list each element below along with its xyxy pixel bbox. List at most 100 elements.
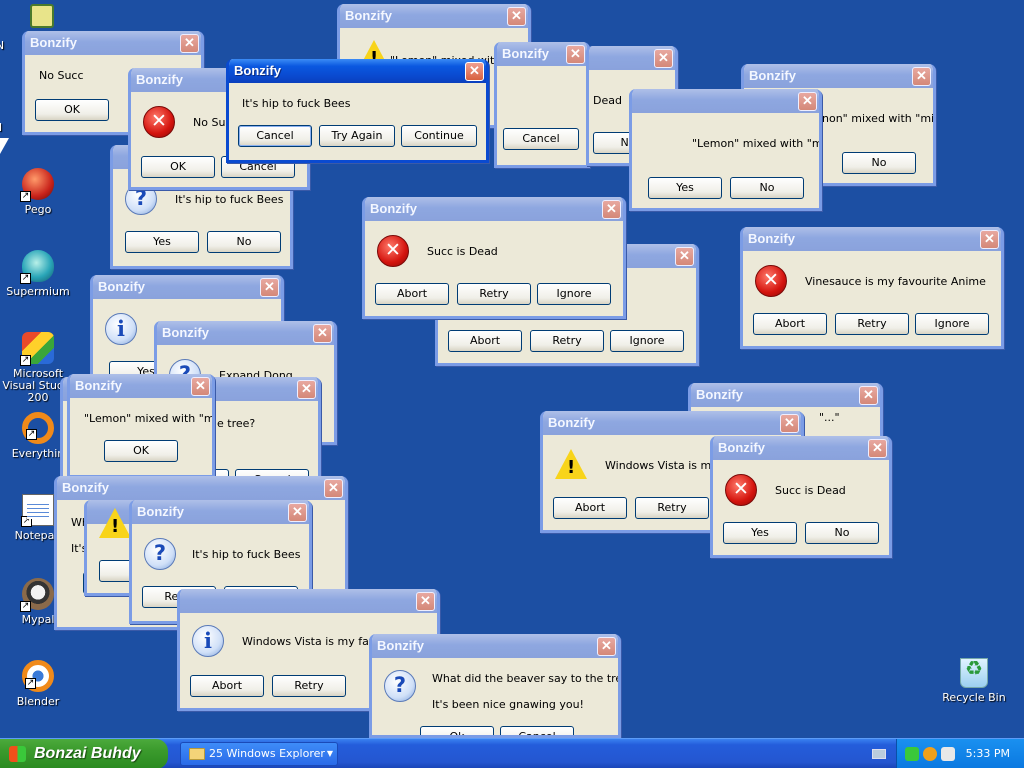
no-button[interactable]: No (207, 231, 281, 253)
dialog-titlebar[interactable]: ✕ (589, 46, 675, 70)
bonzify-dialog-active[interactable]: Bonzify ✕ It's hip to fuck Bees Cancel Tr… (226, 59, 489, 163)
abort-button[interactable]: Abort (190, 675, 264, 697)
dialog-titlebar[interactable]: Bonzify ✕ (543, 411, 801, 435)
abort-button[interactable]: Abort (375, 283, 449, 305)
bonzify-dialog[interactable]: Bonzify ✕ Succ is Dead Yes No (710, 436, 892, 558)
desktop-icon-label: Blender (16, 695, 60, 708)
no-button[interactable]: No (730, 177, 804, 199)
yes-button[interactable]: Yes (648, 177, 722, 199)
close-button[interactable]: ✕ (859, 386, 878, 405)
try-again-button[interactable]: Try Again (319, 125, 395, 147)
dialog-title: Bonzify (234, 63, 281, 78)
ok-button[interactable]: OK (104, 440, 178, 462)
ok-button[interactable]: OK (141, 156, 215, 178)
yes-button[interactable]: Yes (125, 231, 199, 253)
desktop-icon-recycle-bin[interactable]: Recycle Bin (936, 658, 1012, 704)
retry-button[interactable]: Retry (635, 497, 709, 519)
bonzify-dialog[interactable]: Bonzify ✕ Cancel (494, 42, 590, 168)
no-button[interactable]: No (805, 522, 879, 544)
start-button[interactable]: Bonzai Buhdy (0, 739, 168, 768)
ok-button[interactable]: Ok (420, 726, 494, 735)
search-icon[interactable] (923, 747, 937, 761)
dialog-titlebar[interactable]: Bonzify ✕ (57, 476, 345, 500)
warning-icon (555, 449, 587, 479)
close-button[interactable]: ✕ (868, 439, 887, 458)
dialog-titlebar[interactable]: Bonzify ✕ (691, 383, 880, 407)
dialog-message: Succ is Dead (427, 245, 498, 258)
clock[interactable]: 5:33 PM (966, 739, 1010, 768)
cancel-button[interactable]: Cancel (238, 125, 312, 147)
bonzify-dialog[interactable]: Bonzify ✕ "Lemon" mixed with "milk" OK (67, 374, 215, 478)
retry-button[interactable]: Retry (530, 330, 604, 352)
bonzify-dialog[interactable]: Bonzify ✕ Vinesauce is my favourite Anime… (740, 227, 1004, 349)
taskbar-button-windows-explorer[interactable]: 25 Windows Explorer ▼ (180, 742, 338, 766)
close-button[interactable]: ✕ (798, 92, 817, 111)
close-button[interactable]: ✕ (288, 503, 307, 522)
close-button[interactable]: ✕ (507, 7, 526, 26)
dialog-titlebar[interactable]: Bonzify ✕ (70, 374, 212, 398)
retry-button[interactable]: Retry (457, 283, 531, 305)
shortcut-arrow-icon: ↗ (25, 678, 36, 689)
dialog-titlebar[interactable]: Bonzify ✕ (132, 500, 309, 524)
close-button[interactable]: ✕ (675, 247, 694, 266)
retry-button[interactable]: Retry (272, 675, 346, 697)
close-button[interactable]: ✕ (297, 380, 316, 399)
dialog-titlebar[interactable]: Bonzify ✕ (713, 436, 889, 460)
close-button[interactable]: ✕ (566, 45, 585, 64)
network-icon[interactable] (905, 747, 919, 761)
dialog-titlebar[interactable]: Bonzify ✕ (365, 197, 623, 221)
windows-flag-icon (9, 746, 26, 762)
dialog-titlebar[interactable]: Bonzify ✕ (93, 275, 281, 299)
close-button[interactable]: ✕ (313, 324, 332, 343)
bonzify-dialog[interactable]: ✕ "Lemon" mixed with "milk" Yes No (629, 89, 822, 211)
desktop-icon-supermium[interactable]: ↗ Supermium (0, 250, 76, 298)
desktop-icon-note[interactable] (4, 4, 80, 32)
close-button[interactable]: ✕ (416, 592, 435, 611)
close-button[interactable]: ✕ (191, 377, 210, 396)
no-button[interactable]: No (842, 152, 916, 174)
dialog-titlebar[interactable]: Bonzify ✕ (744, 64, 933, 88)
dialog-titlebar[interactable]: Bonzify ✕ (497, 42, 587, 66)
close-button[interactable]: ✕ (465, 62, 484, 81)
ignore-button[interactable]: Ignore (915, 313, 989, 335)
dialog-titlebar[interactable]: ✕ (632, 89, 819, 113)
abort-button[interactable]: Abort (553, 497, 627, 519)
dialog-title: Bonzify (162, 325, 209, 340)
dialog-titlebar[interactable]: Bonzify ✕ (372, 634, 618, 658)
close-button[interactable]: ✕ (180, 34, 199, 53)
dialog-titlebar[interactable]: ✕ (180, 589, 437, 613)
bonzify-dialog[interactable]: Bonzify ✕ Succ is Dead Abort Retry Ignore (362, 197, 626, 319)
close-button[interactable]: ✕ (602, 200, 621, 219)
system-tray: 5:33 PM (896, 739, 1024, 768)
yes-button[interactable]: Yes (723, 522, 797, 544)
cancel-button[interactable]: Cancel (500, 726, 574, 735)
desktop-icon-blender[interactable]: ↗ Blender (0, 660, 76, 708)
keyboard-icon[interactable] (872, 749, 886, 759)
desktop-icon-pego[interactable]: ↗ Pego (0, 168, 76, 216)
dialog-titlebar[interactable]: Bonzify ✕ (743, 227, 1001, 251)
cancel-button[interactable]: Cancel (503, 128, 579, 150)
abort-button[interactable]: Abort (753, 313, 827, 335)
abort-button[interactable]: Abort (448, 330, 522, 352)
bonzify-dialog[interactable]: Bonzify ✕ What did the beaver say to the … (369, 634, 621, 738)
shortcut-arrow-icon: ↗ (26, 429, 37, 440)
close-button[interactable]: ✕ (260, 278, 279, 297)
close-button[interactable]: ✕ (912, 67, 931, 86)
close-button[interactable]: ✕ (324, 479, 343, 498)
close-button[interactable]: ✕ (980, 230, 999, 249)
continue-button[interactable]: Continue (401, 125, 477, 147)
dialog-titlebar[interactable]: Bonzify ✕ (25, 31, 201, 55)
error-icon (377, 235, 409, 267)
retry-button[interactable]: Retry (835, 313, 909, 335)
speaker-icon[interactable] (941, 747, 955, 761)
close-button[interactable]: ✕ (780, 414, 799, 433)
ok-button[interactable]: OK (35, 99, 109, 121)
dialog-titlebar[interactable]: Bonzify ✕ (157, 321, 334, 345)
close-button[interactable]: ✕ (597, 637, 616, 656)
ignore-button[interactable]: Ignore (537, 283, 611, 305)
mouse-cursor-icon (0, 138, 9, 154)
close-button[interactable]: ✕ (654, 49, 673, 68)
ignore-button[interactable]: Ignore (610, 330, 684, 352)
dialog-titlebar[interactable]: Bonzify ✕ (340, 4, 528, 28)
dialog-titlebar[interactable]: Bonzify ✕ (229, 59, 486, 83)
